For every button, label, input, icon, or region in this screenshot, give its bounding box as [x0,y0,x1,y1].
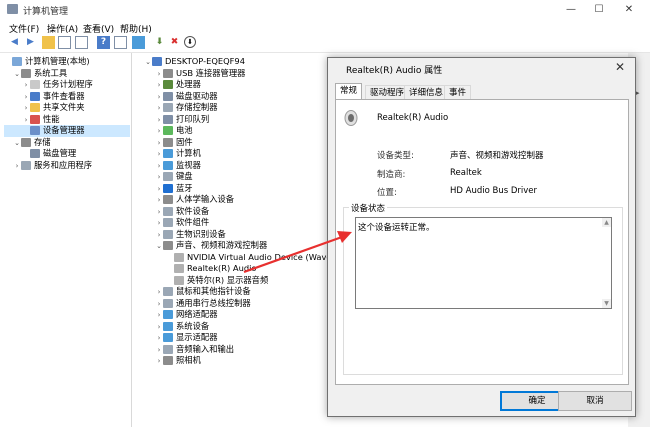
annotation-arrow [243,231,352,274]
